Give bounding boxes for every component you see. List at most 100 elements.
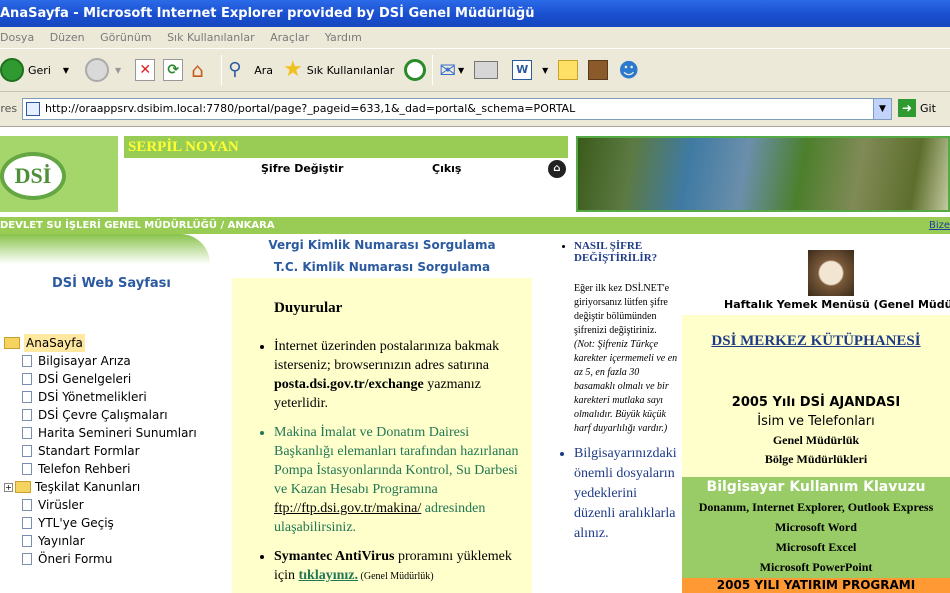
toolbar: Geri ▼ ▼ ✕ ⟳ ⌂ ⚲ Ara ★ Sık Kullanılanlar… xyxy=(0,48,950,92)
tree-item[interactable]: Standart Formlar xyxy=(4,442,197,460)
tree-item-label: Harita Semineri Sunumları xyxy=(38,426,197,440)
favorites-button[interactable]: ★ Sık Kullanılanlar xyxy=(283,59,394,81)
back-dropdown-icon[interactable]: ▼ xyxy=(63,66,69,75)
menu-view[interactable]: Görünüm xyxy=(100,31,151,44)
document-icon xyxy=(22,445,32,457)
menu-bar: Dosya Düzen Görünüm Sık Kullanılanlar Ar… xyxy=(0,27,950,48)
tree-item[interactable]: YTL'ye Geçiş xyxy=(4,514,197,532)
search-label: Ara xyxy=(254,63,273,77)
page-header: DSİ SERPİL NOYAN Şifre Değiştir Çıkış ⌂ xyxy=(0,136,950,212)
tree-item-label: DSİ Çevre Çalışmaları xyxy=(38,408,168,422)
agenda-gm-link[interactable]: Genel Müdürlük xyxy=(682,431,950,450)
menu-help[interactable]: Yardım xyxy=(325,31,362,44)
tree-item[interactable]: Öneri Formu xyxy=(4,550,197,568)
password-help-heading: NASIL ŞİFRE DEĞİŞTİRİLİR? xyxy=(574,240,658,264)
organization-bar: DEVLET SU İŞLERİ GENEL MÜDÜRLÜĞÜ / ANKAR… xyxy=(0,217,950,234)
address-label: Adres xyxy=(0,102,18,115)
document-icon xyxy=(22,535,32,547)
antivirus-install-link[interactable]: tıklayınız. xyxy=(299,568,359,583)
announcement-note: (Genel Müdürlük) xyxy=(358,571,434,582)
document-icon xyxy=(22,355,32,367)
address-dropdown-icon[interactable]: ▼ xyxy=(873,99,891,119)
guide-excel-link[interactable]: Microsoft Excel xyxy=(682,537,950,557)
announcements-title: Duyurular xyxy=(274,300,343,316)
address-input[interactable]: http://oraappsrv.dsibim.local:7780/porta… xyxy=(22,98,892,120)
expand-plus-icon[interactable]: + xyxy=(4,482,13,492)
search-button[interactable]: ⚲ Ara xyxy=(228,59,273,81)
dsi-logo[interactable]: DSİ xyxy=(0,152,66,200)
tree-item-teskilat[interactable]: + Teşkilat Kanunları xyxy=(4,478,197,496)
window-title: AnaSayfa - Microsoft Internet Explorer p… xyxy=(0,6,535,21)
forward-dropdown-icon[interactable]: ▼ xyxy=(115,66,121,75)
center-links: Vergi Kimlik Numarası Sorgulama T.C. Kim… xyxy=(232,234,532,274)
go-button[interactable]: ➜ Git xyxy=(898,99,936,117)
backup-item: Bilgisayarınızdaki önemli dosyaların yed… xyxy=(574,444,680,544)
tree-item[interactable]: Bilgisayar Arıza xyxy=(4,352,197,370)
address-url: http://oraappsrv.dsibim.local:7780/porta… xyxy=(45,102,576,115)
vergi-kimlik-link[interactable]: Vergi Kimlik Numarası Sorgulama xyxy=(232,238,532,252)
tree-item-label: DSİ Yönetmelikleri xyxy=(38,390,147,404)
printer-icon xyxy=(474,61,499,79)
favorites-label: Sık Kullanılanlar xyxy=(306,63,395,77)
library-link[interactable]: DSİ MERKEZ KÜTÜPHANESİ xyxy=(682,315,950,389)
tree-item[interactable]: Yayınlar xyxy=(4,532,197,550)
refresh-button[interactable]: ⟳ xyxy=(163,59,184,81)
edit-dropdown-icon[interactable]: ▼ xyxy=(542,66,548,75)
guide-hardware-link[interactable]: Donanım, Internet Explorer, Outlook Expr… xyxy=(682,497,950,517)
star-icon: ★ xyxy=(282,57,303,82)
agenda-title: 2005 Yılı DSİ AJANDASI xyxy=(731,395,901,410)
menu-file[interactable]: Dosya xyxy=(0,31,34,44)
back-button[interactable]: Geri ▼ xyxy=(0,58,69,82)
weekly-menu-caption[interactable]: Haftalık Yemek Menüsü (Genel Müdürlük) xyxy=(724,298,950,311)
menu-tools[interactable]: Araçlar xyxy=(270,31,309,44)
mail-dropdown-icon[interactable]: ▼ xyxy=(458,66,464,75)
logout-link[interactable]: Çıkış xyxy=(432,162,461,175)
document-icon xyxy=(22,391,32,403)
tree-item[interactable]: Harita Semineri Sunumları xyxy=(4,424,197,442)
stop-button[interactable]: ✕ xyxy=(135,59,156,81)
agenda-bolge-link[interactable]: Bölge Müdürlükleri xyxy=(682,450,950,469)
guide-word-link[interactable]: Microsoft Word xyxy=(682,517,950,537)
back-label: Geri xyxy=(28,63,51,77)
toolbar-separator xyxy=(432,55,434,85)
document-icon xyxy=(22,427,32,439)
tree-item[interactable]: DSİ Yönetmelikleri xyxy=(4,388,197,406)
ftp-link[interactable]: ftp://ftp.dsi.gov.tr/makina/ xyxy=(274,501,421,516)
tree-item[interactable]: DSİ Çevre Çalışmaları xyxy=(4,406,197,424)
forward-button[interactable]: ▼ xyxy=(85,58,121,82)
bize-link[interactable]: Bize xyxy=(929,217,950,234)
home-button[interactable]: ⌂ xyxy=(191,59,215,81)
announcements-list: İnternet üzerinden postalarınıza bakmak … xyxy=(274,337,526,586)
tc-kimlik-link[interactable]: T.C. Kimlik Numarası Sorgulama xyxy=(232,260,532,274)
menu-edit[interactable]: Düzen xyxy=(50,31,85,44)
print-button[interactable] xyxy=(474,61,499,79)
tree-item-label: Teşkilat Kanunları xyxy=(35,480,141,494)
history-button[interactable] xyxy=(404,59,427,81)
tree-item[interactable]: Virüsler xyxy=(4,496,197,514)
menu-favorites[interactable]: Sık Kullanılanlar xyxy=(167,31,255,44)
guide-powerpoint-link[interactable]: Microsoft PowerPoint xyxy=(682,557,950,577)
tree-item-anasayfa[interactable]: AnaSayfa xyxy=(4,334,197,352)
agenda-subtitle: İsim ve Telefonları xyxy=(757,414,875,429)
user-name: SERPİL NOYAN xyxy=(124,136,568,158)
logo-cell: DSİ xyxy=(0,136,118,212)
investment-program-link[interactable]: 2005 YILI YATIRIM PROGRAMI xyxy=(682,578,950,593)
research-button[interactable] xyxy=(588,60,609,80)
password-help-text: Eğer ilk kez DSİ.NET'e giriyorsanız lütf… xyxy=(574,283,670,336)
document-icon xyxy=(22,499,32,511)
tree-item[interactable]: DSİ Genelgeleri xyxy=(4,370,197,388)
announcement-item: Makina İmalat ve Donatım Dairesi Başkanl… xyxy=(274,423,526,537)
research-icon xyxy=(588,60,609,80)
logout-icon[interactable]: ⌂ xyxy=(548,160,566,178)
mail-button[interactable]: ✉ ▼ xyxy=(439,59,464,81)
edit-button[interactable]: W ▼ xyxy=(512,60,548,80)
discuss-button[interactable] xyxy=(558,60,579,80)
address-bar: Adres http://oraappsrv.dsibim.local:7780… xyxy=(0,92,950,127)
tree-item-label: Virüsler xyxy=(38,498,84,512)
tree-item[interactable]: Telefon Rehberi xyxy=(4,460,197,478)
back-arrow-icon xyxy=(0,58,24,82)
change-password-link[interactable]: Şifre Değiştir xyxy=(261,162,343,175)
messenger-button[interactable]: ☻ xyxy=(618,59,639,81)
organization-name: DEVLET SU İŞLERİ GENEL MÜDÜRLÜĞÜ / ANKAR… xyxy=(0,220,275,231)
announcement-text: İnternet üzerinden postalarınıza bakmak … xyxy=(274,339,500,373)
